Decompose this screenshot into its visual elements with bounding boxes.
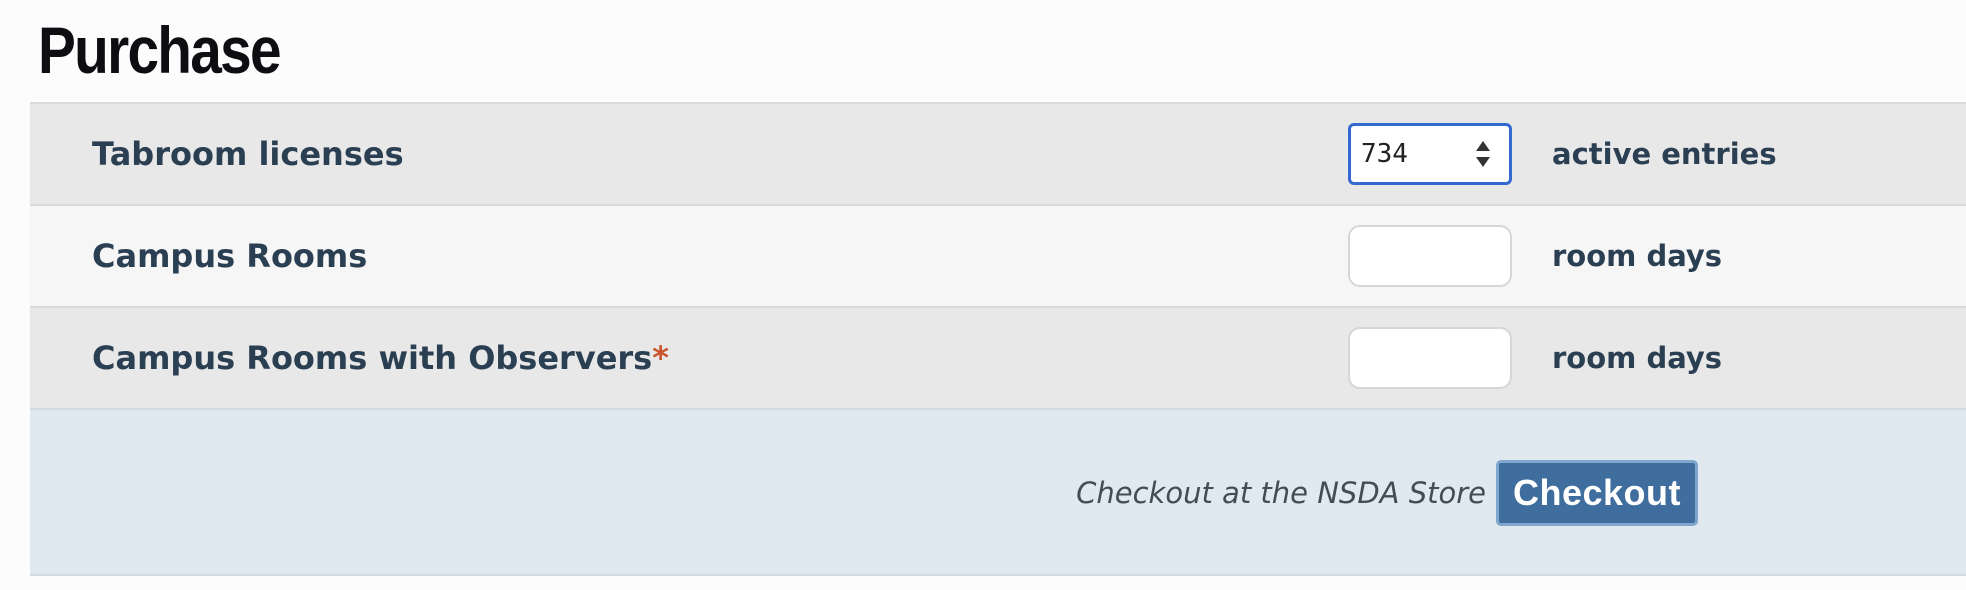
row-campus-rooms-observers: Campus Rooms with Observers* room days: [30, 306, 1966, 408]
purchase-panel: Tabroom licenses 734 active entries Camp…: [30, 102, 1966, 576]
row-label-text: Campus Rooms with Observers: [92, 339, 653, 377]
field-value: 734: [1361, 139, 1408, 169]
unit-label: room days: [1552, 239, 1723, 273]
checkout-button[interactable]: Checkout: [1496, 460, 1698, 526]
row-label: Campus Rooms with Observers*: [92, 339, 669, 377]
required-marker: *: [652, 339, 669, 377]
checkout-note: Checkout at the NSDA Store: [1076, 476, 1486, 510]
tabroom-licenses-input[interactable]: 734: [1348, 123, 1512, 185]
checkout-footer: Checkout at the NSDA Store Checkout: [30, 408, 1966, 576]
page-title: Purchase: [38, 13, 282, 87]
row-label: Campus Rooms: [92, 237, 368, 275]
row-campus-rooms: Campus Rooms room days: [30, 204, 1966, 306]
row-label: Tabroom licenses: [92, 135, 404, 173]
campus-rooms-input[interactable]: [1348, 225, 1512, 287]
row-tabroom-licenses: Tabroom licenses 734 active entries: [30, 102, 1966, 204]
unit-label: room days: [1552, 341, 1723, 375]
up-down-spinner-icon[interactable]: [1473, 138, 1493, 170]
unit-label: active entries: [1552, 137, 1777, 171]
purchase-page: Purchase Tabroom licenses 734 active ent…: [0, 0, 1966, 590]
campus-rooms-observers-input[interactable]: [1348, 327, 1512, 389]
